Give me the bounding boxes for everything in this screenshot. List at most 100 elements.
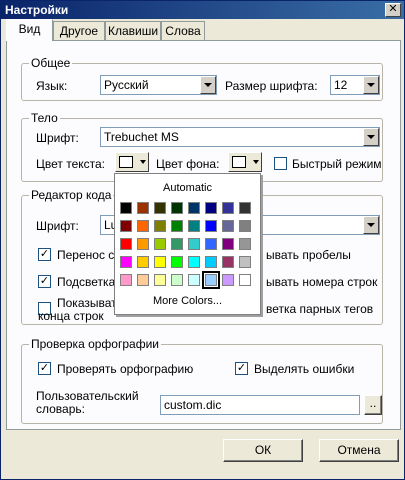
chevron-down-icon[interactable] <box>363 216 379 234</box>
highlight-label: Подсветка <box>57 275 116 289</box>
spellcheck-checkbox[interactable]: ✓ <box>38 362 51 375</box>
color-swatch-option[interactable] <box>120 202 132 214</box>
tab-keys-label: Клавиши <box>107 24 159 38</box>
color-swatch-option[interactable] <box>171 238 183 250</box>
bg-color-button[interactable] <box>228 152 262 172</box>
color-swatch-option[interactable] <box>239 256 251 268</box>
title-bar: Настройки ✕ <box>1 1 404 19</box>
show-spaces-label: ывать пробелы <box>266 248 351 262</box>
color-swatch-option[interactable] <box>120 238 132 250</box>
color-swatch-option[interactable] <box>188 220 200 232</box>
editor-font-label: Шрифт: <box>36 219 79 233</box>
color-swatch-option[interactable] <box>154 256 166 268</box>
show-ends-label-1: Показыват <box>57 296 117 310</box>
color-swatch <box>119 156 133 168</box>
color-swatch-option[interactable] <box>154 238 166 250</box>
tab-view[interactable]: Вид <box>6 19 53 41</box>
color-swatch-option[interactable] <box>137 256 149 268</box>
dictionary-input[interactable]: custom.dic <box>160 395 360 415</box>
color-swatch-option[interactable] <box>222 220 234 232</box>
body-legend: Тело <box>29 111 60 125</box>
color-swatch-option[interactable] <box>222 256 234 268</box>
color-swatch-option[interactable] <box>137 238 149 250</box>
show-ends-label-2: конца строк <box>38 309 104 323</box>
color-swatch-option[interactable] <box>239 202 251 214</box>
fast-mode-checkbox[interactable] <box>274 157 287 170</box>
code-editor-legend: Редактор кода <box>29 188 114 202</box>
color-swatch-option[interactable] <box>205 256 217 268</box>
window-title: Настройки <box>5 3 69 17</box>
color-swatch-option[interactable] <box>239 274 251 286</box>
color-swatch-option[interactable] <box>202 271 220 289</box>
highlight-errors-checkbox[interactable]: ✓ <box>235 362 248 375</box>
spellcheck-label: Проверять орфографию <box>57 362 194 376</box>
chevron-down-icon <box>253 160 259 164</box>
cancel-button[interactable]: Отмена <box>319 439 399 462</box>
spelling-group: Проверка орфографии ✓ Проверять орфограф… <box>21 337 383 424</box>
color-swatch-option[interactable] <box>222 202 234 214</box>
color-swatch-option[interactable] <box>205 202 217 214</box>
tab-view-label: Вид <box>18 22 41 36</box>
close-button[interactable]: ✕ <box>385 3 401 17</box>
general-legend: Общее <box>29 56 73 70</box>
font-size-value: 12 <box>334 78 348 92</box>
more-colors-option[interactable]: More Colors... <box>115 295 260 307</box>
color-swatch-option[interactable] <box>137 202 149 214</box>
color-swatch-option[interactable] <box>171 274 183 286</box>
highlight-checkbox[interactable]: ✓ <box>38 275 51 288</box>
wrap-checkbox[interactable]: ✓ <box>38 248 51 261</box>
general-group: Общее Язык: Русский Размер шрифта: 12 <box>21 56 383 101</box>
language-select[interactable]: Русский <box>100 75 217 95</box>
text-color-button[interactable] <box>115 152 149 172</box>
fast-mode-label: Быстрый режим <box>292 157 382 171</box>
color-swatch-option[interactable] <box>239 238 251 250</box>
ok-label: ОК <box>254 443 272 457</box>
bg-color-label: Цвет фона: <box>156 157 220 171</box>
color-swatch-option[interactable] <box>171 202 183 214</box>
color-swatch-option[interactable] <box>154 220 166 232</box>
tab-other[interactable]: Другое <box>53 21 105 40</box>
body-font-label: Шрифт: <box>36 131 79 145</box>
highlight-errors-label: Выделять ошибки <box>254 362 355 376</box>
font-size-select[interactable]: 12 <box>330 75 380 95</box>
color-swatch-option[interactable] <box>154 274 166 286</box>
color-swatch-option[interactable] <box>239 220 251 232</box>
color-swatch-option[interactable] <box>222 274 234 286</box>
chevron-down-icon[interactable] <box>200 76 216 94</box>
font-size-label: Размер шрифта: <box>225 79 318 93</box>
color-swatch-option[interactable] <box>171 256 183 268</box>
color-swatch-option[interactable] <box>137 274 149 286</box>
color-swatch-option[interactable] <box>137 220 149 232</box>
color-swatch-option[interactable] <box>205 220 217 232</box>
body-font-value: Trebuchet MS <box>104 130 179 144</box>
line-numbers-label: ывать номера строк <box>266 275 378 289</box>
color-swatch-option[interactable] <box>120 256 132 268</box>
automatic-color-option[interactable]: Automatic <box>115 182 260 194</box>
color-picker-popup: Automatic More Colors... <box>114 173 261 315</box>
tab-keys[interactable]: Клавиши <box>105 21 161 40</box>
color-swatch-option[interactable] <box>171 220 183 232</box>
color-swatch-option[interactable] <box>188 274 200 286</box>
tab-words[interactable]: Слова <box>161 21 205 40</box>
wrap-label: Перенос с <box>57 248 115 262</box>
settings-window: Настройки ✕ Вид Другое Клавиши Слова Общ… <box>0 0 405 480</box>
ok-button[interactable]: ОК <box>223 439 303 462</box>
language-label: Язык: <box>36 79 68 93</box>
chevron-down-icon[interactable] <box>363 76 379 94</box>
chevron-down-icon <box>140 160 146 164</box>
color-swatch-option[interactable] <box>120 220 132 232</box>
color-swatch-option[interactable] <box>188 256 200 268</box>
browse-label: .. <box>369 396 377 410</box>
chevron-down-icon[interactable] <box>363 128 379 146</box>
spelling-legend: Проверка орфографии <box>29 337 161 351</box>
color-swatch-option[interactable] <box>120 274 132 286</box>
body-font-select[interactable]: Trebuchet MS <box>100 127 380 147</box>
browse-button[interactable]: .. <box>364 395 382 415</box>
close-icon: ✕ <box>388 3 398 15</box>
dict-label-1: Пользовательский <box>36 389 139 403</box>
color-swatch-option[interactable] <box>188 202 200 214</box>
color-swatch-option[interactable] <box>154 202 166 214</box>
color-swatch-option[interactable] <box>222 238 234 250</box>
color-swatch-option[interactable] <box>205 238 217 250</box>
color-swatch-option[interactable] <box>188 238 200 250</box>
